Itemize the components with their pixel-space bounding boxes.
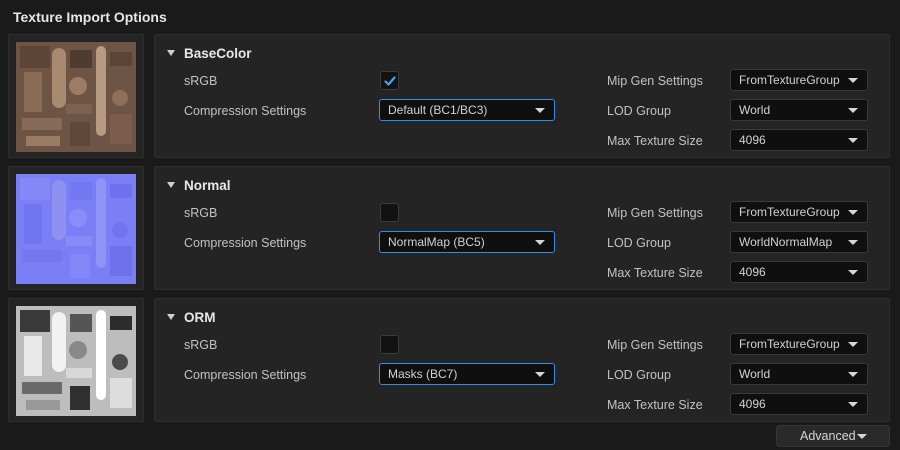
max-size-dropdown[interactable]: 4096 bbox=[730, 261, 868, 283]
compression-dropdown[interactable]: Masks (BC7) bbox=[379, 363, 555, 385]
mip-gen-dropdown[interactable]: FromTextureGroup bbox=[730, 201, 868, 223]
basecolor-thumbnail[interactable] bbox=[16, 42, 136, 152]
dropdown-arrow-icon bbox=[848, 342, 858, 347]
dropdown-value: Masks (BC7) bbox=[388, 367, 458, 381]
window-title: Texture Import Options bbox=[13, 9, 167, 25]
thumbnail-panel bbox=[8, 166, 144, 290]
normal-thumbnail[interactable] bbox=[16, 174, 136, 284]
dropdown-arrow-icon bbox=[848, 240, 858, 245]
lod-group-label: LOD Group bbox=[607, 104, 671, 118]
lod-group-label: LOD Group bbox=[607, 236, 671, 250]
advanced-label: Advanced bbox=[800, 429, 856, 443]
chevron-down-icon bbox=[857, 434, 867, 439]
group-header-basecolor[interactable]: BaseColor bbox=[167, 45, 252, 61]
orm-thumbnail[interactable] bbox=[16, 306, 136, 416]
caret-down-icon[interactable] bbox=[167, 314, 175, 320]
caret-down-icon[interactable] bbox=[167, 50, 175, 56]
dropdown-value: World bbox=[739, 367, 771, 381]
dropdown-value: 4096 bbox=[739, 265, 766, 279]
compression-dropdown[interactable]: Default (BC1/BC3) bbox=[379, 99, 555, 121]
caret-down-icon[interactable] bbox=[167, 182, 175, 188]
dropdown-arrow-icon bbox=[848, 108, 858, 113]
dropdown-value: FromTextureGroup bbox=[739, 337, 840, 351]
dropdown-value: 4096 bbox=[739, 397, 766, 411]
dropdown-value: FromTextureGroup bbox=[739, 205, 840, 219]
texture-row-orm: ORM sRGB Compression Settings Masks (BC7… bbox=[8, 298, 890, 422]
dropdown-arrow-icon bbox=[535, 108, 545, 113]
thumbnail-panel bbox=[8, 298, 144, 422]
thumbnail-panel bbox=[8, 34, 144, 158]
srgb-label: sRGB bbox=[184, 338, 218, 352]
lod-group-label: LOD Group bbox=[607, 368, 671, 382]
dropdown-arrow-icon bbox=[848, 210, 858, 215]
lod-group-dropdown[interactable]: World bbox=[730, 99, 868, 121]
dropdown-arrow-icon bbox=[848, 270, 858, 275]
max-size-dropdown[interactable]: 4096 bbox=[730, 129, 868, 151]
lod-group-dropdown[interactable]: WorldNormalMap bbox=[730, 231, 868, 253]
srgb-label: sRGB bbox=[184, 74, 218, 88]
group-header-normal[interactable]: Normal bbox=[167, 177, 231, 193]
group-header-orm[interactable]: ORM bbox=[167, 309, 216, 325]
srgb-checkbox[interactable] bbox=[380, 203, 399, 222]
checkmark-icon bbox=[384, 76, 396, 86]
compression-dropdown[interactable]: NormalMap (BC5) bbox=[379, 231, 555, 253]
group-title: Normal bbox=[184, 177, 231, 193]
settings-panel-orm: ORM sRGB Compression Settings Masks (BC7… bbox=[154, 298, 890, 422]
texture-row-normal: Normal sRGB Compression Settings NormalM… bbox=[8, 166, 890, 290]
dropdown-value: FromTextureGroup bbox=[739, 73, 840, 87]
compression-label: Compression Settings bbox=[184, 368, 307, 382]
normal-texture-image bbox=[16, 174, 136, 284]
compression-label: Compression Settings bbox=[184, 104, 307, 118]
group-title: BaseColor bbox=[184, 45, 252, 61]
dropdown-arrow-icon bbox=[535, 372, 545, 377]
basecolor-texture-image bbox=[16, 42, 136, 152]
dropdown-value: 4096 bbox=[739, 133, 766, 147]
dropdown-value: Default (BC1/BC3) bbox=[388, 103, 488, 117]
max-size-label: Max Texture Size bbox=[607, 134, 703, 148]
mip-gen-dropdown[interactable]: FromTextureGroup bbox=[730, 69, 868, 91]
settings-panel-normal: Normal sRGB Compression Settings NormalM… bbox=[154, 166, 890, 290]
dropdown-value: WorldNormalMap bbox=[739, 235, 833, 249]
group-title: ORM bbox=[184, 309, 216, 325]
dropdown-arrow-icon bbox=[848, 78, 858, 83]
mip-gen-label: Mip Gen Settings bbox=[607, 206, 703, 220]
advanced-button[interactable]: Advanced bbox=[776, 425, 890, 447]
dropdown-arrow-icon bbox=[535, 240, 545, 245]
srgb-checkbox[interactable] bbox=[380, 335, 399, 354]
dropdown-value: World bbox=[739, 103, 771, 117]
compression-label: Compression Settings bbox=[184, 236, 307, 250]
dropdown-value: NormalMap (BC5) bbox=[388, 235, 485, 249]
max-size-label: Max Texture Size bbox=[607, 398, 703, 412]
mip-gen-label: Mip Gen Settings bbox=[607, 338, 703, 352]
srgb-checkbox[interactable] bbox=[380, 71, 399, 90]
dropdown-arrow-icon bbox=[848, 402, 858, 407]
dropdown-arrow-icon bbox=[848, 138, 858, 143]
settings-panel-basecolor: BaseColor sRGB Compression Settings Defa… bbox=[154, 34, 890, 158]
texture-row-basecolor: BaseColor sRGB Compression Settings Defa… bbox=[8, 34, 890, 158]
srgb-label: sRGB bbox=[184, 206, 218, 220]
mip-gen-dropdown[interactable]: FromTextureGroup bbox=[730, 333, 868, 355]
dropdown-arrow-icon bbox=[848, 372, 858, 377]
mip-gen-label: Mip Gen Settings bbox=[607, 74, 703, 88]
max-size-dropdown[interactable]: 4096 bbox=[730, 393, 868, 415]
lod-group-dropdown[interactable]: World bbox=[730, 363, 868, 385]
max-size-label: Max Texture Size bbox=[607, 266, 703, 280]
orm-texture-image bbox=[16, 306, 136, 416]
